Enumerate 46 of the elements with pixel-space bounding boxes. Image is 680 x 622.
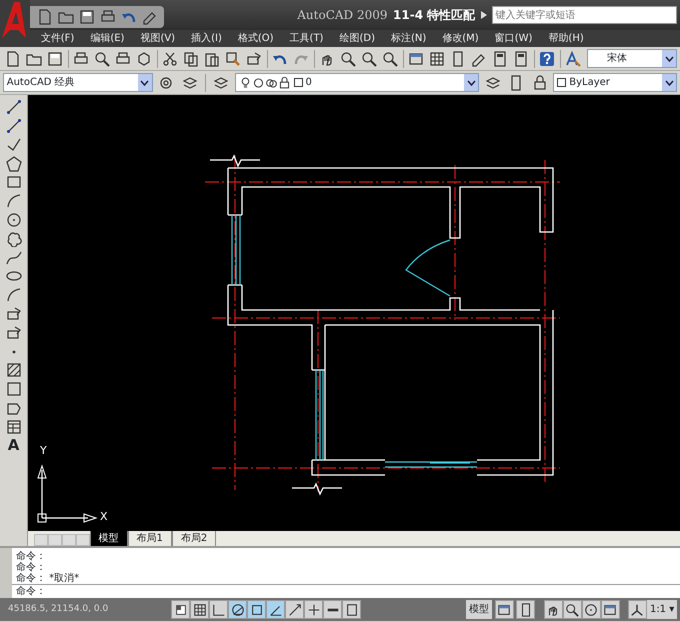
menu-item[interactable]: 修改(M) [434, 31, 487, 46]
menu-item[interactable]: 插入(I) [183, 31, 230, 46]
menu-item[interactable]: 工具(T) [282, 31, 332, 46]
text-tool-button[interactable]: A [8, 436, 20, 454]
ortho-toggle-icon[interactable] [209, 600, 228, 619]
document-title: 11-4 特性匹配 [393, 7, 476, 24]
dyn-toggle-icon[interactable] [304, 600, 323, 619]
grid-icon[interactable] [190, 600, 209, 619]
zoom-icon[interactable] [562, 600, 582, 619]
menu-item[interactable]: 格式(O) [230, 31, 282, 46]
otrack-toggle-icon[interactable] [266, 600, 285, 619]
snap-toggle-icon[interactable] [171, 600, 190, 619]
dropdown-caret-icon[interactable] [662, 74, 676, 91]
dropdown-caret-icon[interactable] [138, 74, 152, 91]
annotation-scale-dropdown[interactable]: 1:1 ▾ [646, 600, 678, 619]
menu-item[interactable]: 标注(N) [382, 31, 434, 46]
menu-item[interactable]: 窗口(W) [486, 31, 540, 46]
app-title: AutoCAD 2009 [297, 7, 388, 24]
coordinates-readout: 45186.5, 21154.0, 0.0 [7, 602, 110, 616]
workspace-dropdown[interactable]: AutoCAD 经典 [2, 73, 153, 92]
search-field[interactable]: 键入关键字或短语 [492, 6, 678, 24]
axis-label: Y [40, 445, 47, 457]
pan-hand-icon[interactable] [544, 600, 563, 619]
dropdown-caret-icon[interactable] [662, 50, 676, 67]
menu-item[interactable]: 编辑(E) [82, 31, 132, 46]
dropdown-caret-icon[interactable] [464, 74, 478, 91]
menu-item[interactable]: 帮助(H) [540, 31, 592, 46]
ucs-axes-icon [37, 464, 98, 523]
drawing-canvas[interactable]: Y X [28, 95, 680, 531]
font-dropdown[interactable]: 宋体 [586, 49, 678, 68]
menu-item[interactable]: 绘图(D) [331, 31, 383, 46]
color-dropdown[interactable]: ByLayer [553, 73, 678, 92]
command-history-line: 命令： [15, 562, 47, 573]
command-window-grip[interactable] [0, 548, 12, 598]
layout-tab[interactable]: 模型 [90, 530, 128, 546]
color-swatch-icon [294, 78, 302, 87]
menu-item[interactable]: 视图(V) [132, 31, 184, 46]
color-swatch-icon [557, 78, 566, 87]
menu-item[interactable]: 文件(F) [32, 31, 82, 46]
command-history-line: 命令： *取消* [15, 572, 80, 584]
model-space-button[interactable]: 模型 [466, 600, 492, 619]
axis-label: X [100, 511, 108, 523]
layer-dropdown[interactable]: 0 [234, 73, 480, 92]
command-history-line: 命令： [15, 550, 47, 562]
osnap-toggle-icon[interactable] [247, 600, 266, 619]
polar-toggle-icon[interactable] [228, 600, 247, 619]
